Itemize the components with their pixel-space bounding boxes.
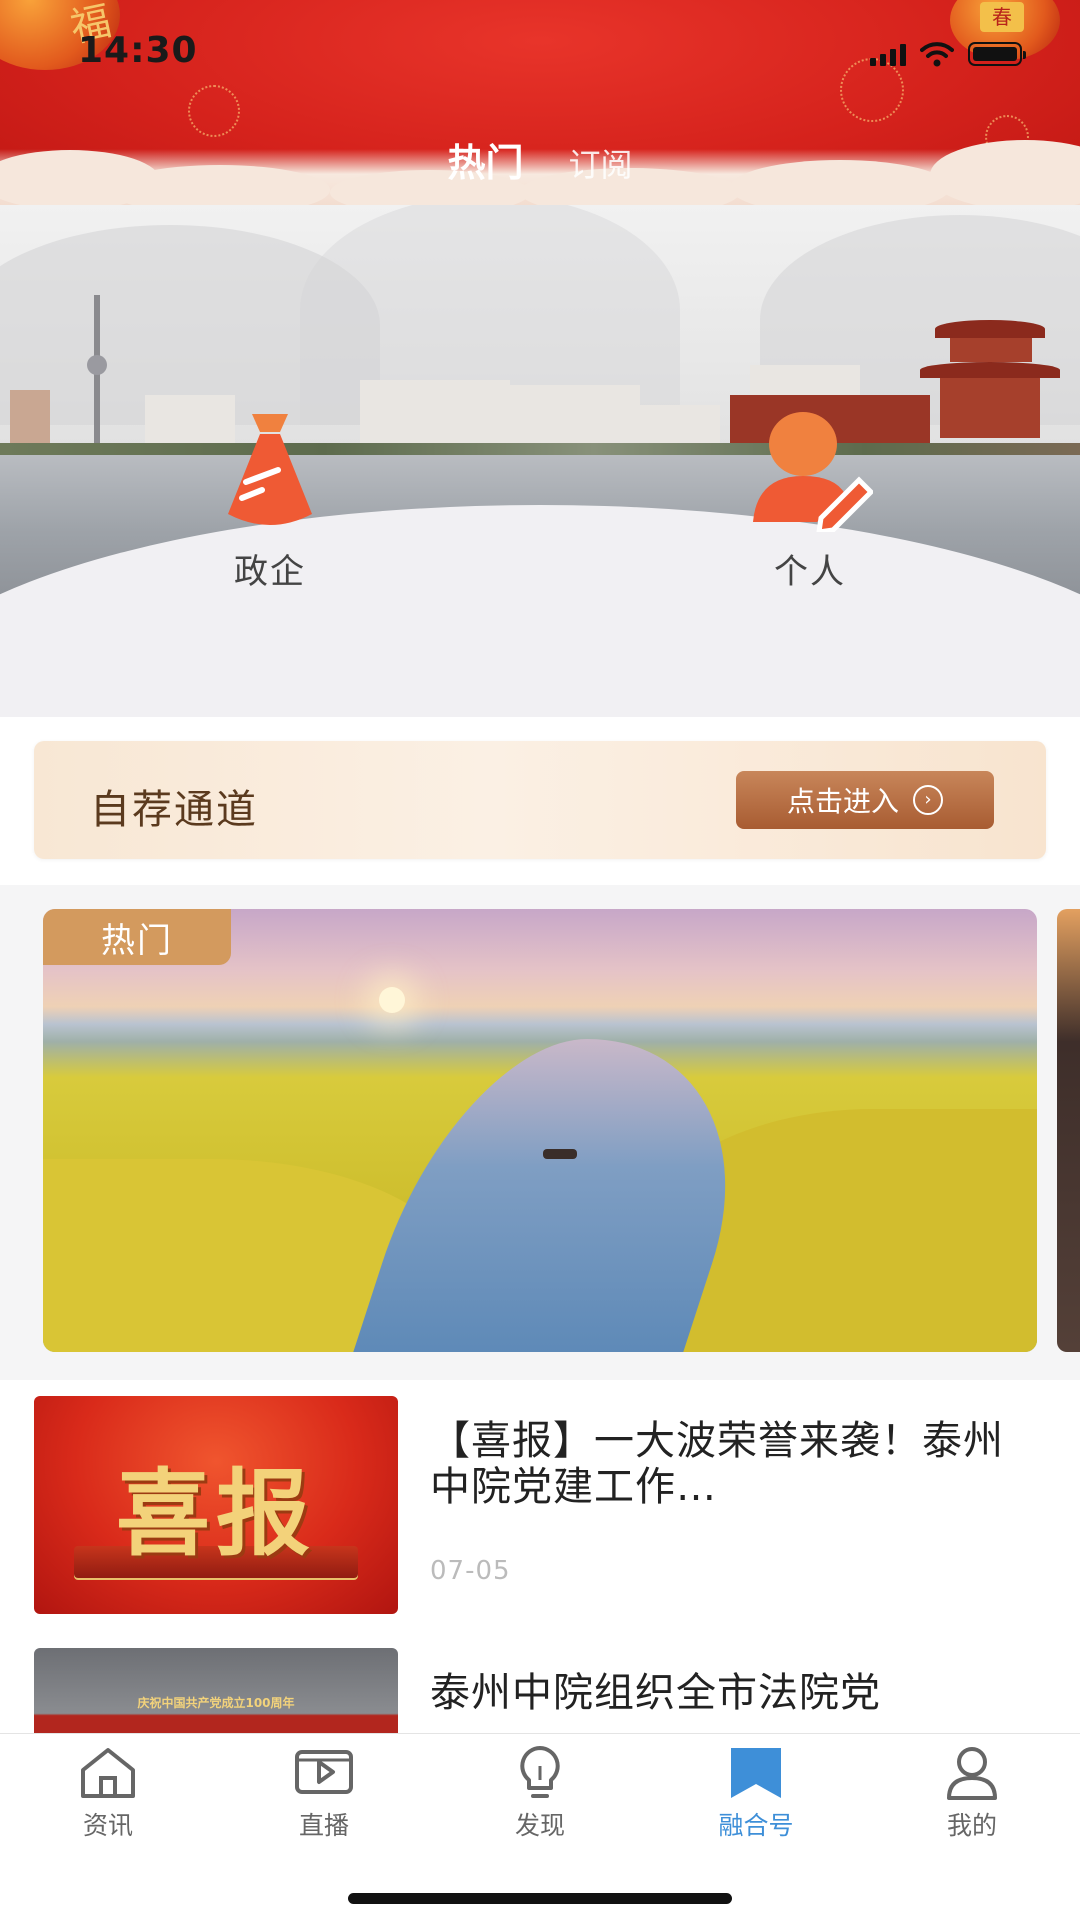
home-indicator	[348, 1893, 732, 1904]
recommend-title: 自荐通道	[90, 787, 258, 833]
next-carousel-card[interactable]	[1057, 909, 1080, 1352]
nav-label: 融合号	[718, 1811, 794, 1840]
hot-carousel: 热门	[0, 885, 1080, 1380]
category-label: 个人	[774, 552, 846, 592]
news-date: 07-05	[430, 1556, 511, 1586]
bulb-icon	[520, 1746, 560, 1798]
thumbnail-text: 喜报	[115, 1459, 316, 1569]
news-thumbnail: 喜报	[34, 1396, 398, 1614]
tv-tower-ball	[87, 355, 107, 375]
tie-icon	[228, 414, 312, 525]
news-title: 泰州中院组织全市法院党	[430, 1670, 881, 1716]
nav-item-news[interactable]: 资讯	[0, 1744, 216, 1842]
app-header: 福 春 14:30 热门 订阅	[0, 0, 1080, 205]
pagoda	[935, 320, 1045, 338]
tab-hot[interactable]: 热门	[447, 132, 523, 187]
top-tabs: 热门 订阅	[0, 132, 1080, 187]
sun	[379, 987, 405, 1013]
wifi-icon	[920, 42, 954, 67]
user-icon	[947, 1747, 997, 1800]
news-thumbnail: 庆祝中国共产党成立100周年	[34, 1648, 398, 1735]
nav-label: 资讯	[82, 1811, 133, 1840]
pagoda	[920, 362, 1060, 378]
hot-carousel-image[interactable]	[43, 909, 1037, 1352]
news-list: 喜报 【喜报】一大波荣誉来袭！泰州中院党建工作… 07-05 庆祝中国共产党成立…	[0, 1380, 1080, 1735]
status-time: 14:30	[78, 30, 198, 71]
live-icon	[295, 1750, 353, 1794]
hot-badge: 热门	[43, 909, 231, 965]
recommend-card: 自荐通道 点击进入 ›	[34, 741, 1046, 859]
nav-item-discover[interactable]: 发现	[432, 1744, 648, 1842]
person-edit-icon	[753, 412, 875, 535]
nav-label: 我的	[946, 1811, 997, 1840]
spring-badge-text: 春	[992, 5, 1012, 29]
recommend-section: 自荐通道 点击进入 ›	[0, 717, 1080, 885]
city-banner: 政企 个人	[0, 205, 1080, 717]
signal-icon	[870, 42, 906, 66]
nav-item-live[interactable]: 直播	[216, 1744, 432, 1842]
tab-subscribe[interactable]: 订阅	[569, 140, 633, 186]
nav-item-rongheho[interactable]: 融合号	[648, 1744, 864, 1842]
chevron-right-icon: ›	[913, 785, 943, 815]
list-item[interactable]: 庆祝中国共产党成立100周年 泰州中院组织全市法院党	[34, 1648, 1046, 1735]
tv-tower	[94, 295, 100, 455]
bookmark-icon	[731, 1748, 781, 1798]
nav-label: 发现	[514, 1811, 565, 1840]
category-personal[interactable]: 个人	[700, 410, 920, 593]
enter-button[interactable]: 点击进入 ›	[736, 771, 994, 829]
category-gov-enterprise[interactable]: 政企	[160, 410, 380, 593]
pagoda	[940, 378, 1040, 438]
nav-label: 直播	[298, 1811, 349, 1840]
home-icon	[81, 1748, 135, 1798]
battery-icon	[968, 42, 1026, 66]
pagoda	[950, 338, 1032, 362]
boat	[543, 1149, 577, 1159]
enter-button-label: 点击进入	[786, 785, 899, 818]
spring-badge: 春	[980, 2, 1024, 32]
category-label: 政企	[234, 552, 306, 592]
news-title: 【喜报】一大波荣誉来袭！泰州中院党建工作…	[430, 1418, 1004, 1510]
list-item[interactable]: 喜报 【喜报】一大波荣誉来袭！泰州中院党建工作… 07-05	[34, 1396, 1046, 1616]
status-icons	[870, 36, 1026, 72]
firework-decoration	[188, 85, 240, 137]
nav-item-mine[interactable]: 我的	[864, 1744, 1080, 1842]
thumbnail-text: 庆祝中国共产党成立100周年	[137, 1696, 295, 1710]
